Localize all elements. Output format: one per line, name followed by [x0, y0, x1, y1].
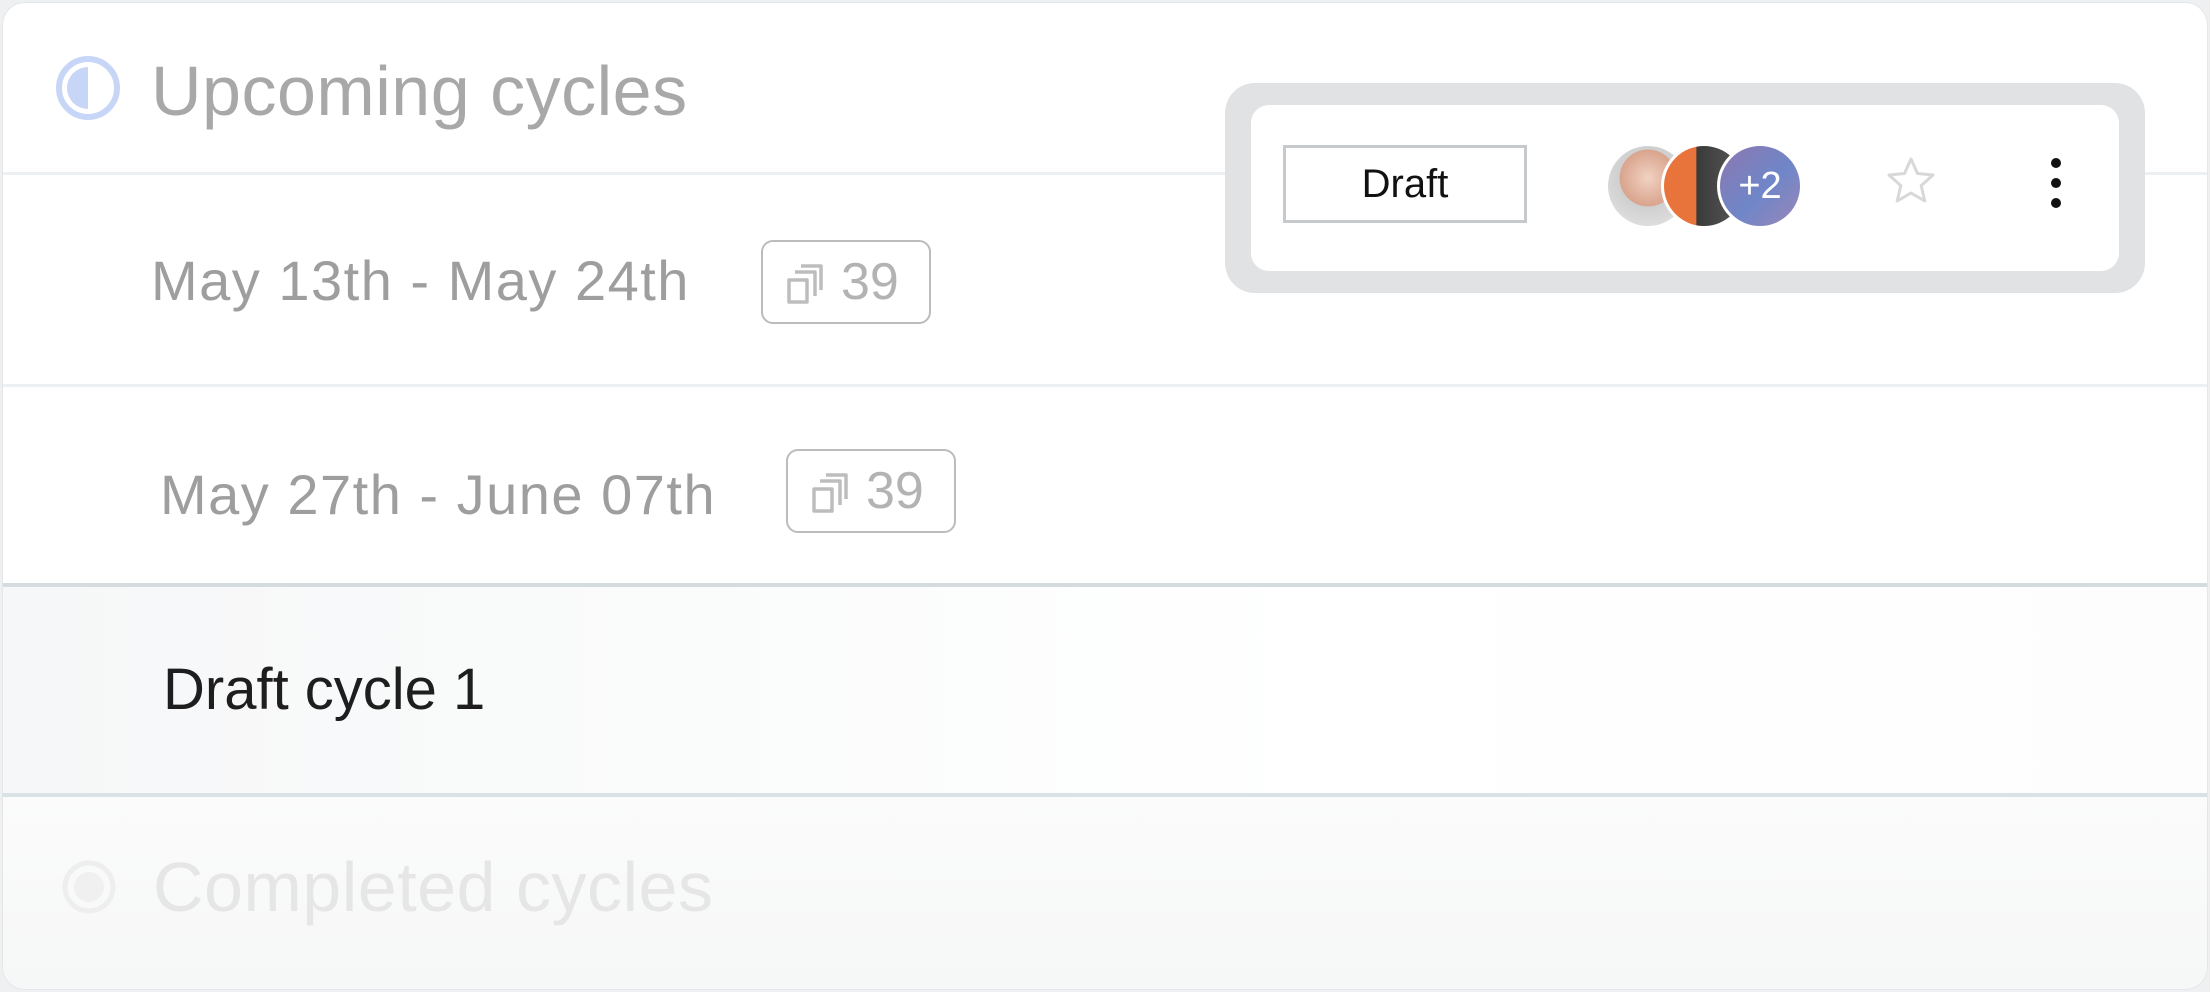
more-vertical-icon[interactable] — [2041, 153, 2071, 213]
issue-count-badge: 39 — [761, 240, 931, 324]
section-title-upcoming: Upcoming cycles — [151, 52, 688, 130]
row-actions-toolbar: Draft +2 — [1251, 105, 2119, 271]
issue-count: 39 — [866, 462, 924, 520]
cycles-card: Upcoming cycles May 13th - May 24th 39 M… — [3, 3, 2207, 989]
draft-cycle-row[interactable]: Draft cycle 1 — [3, 587, 2207, 797]
completed-cycles-header[interactable]: Completed cycles — [3, 797, 2207, 989]
issue-count-badge: 39 — [786, 449, 956, 533]
completed-cycle-icon — [62, 860, 116, 914]
draft-cycle-title: Draft cycle 1 — [163, 657, 486, 722]
cycle-row[interactable]: May 27th - June 07th 39 — [3, 387, 2207, 587]
cycle-date-range: May 13th - May 24th — [151, 249, 690, 312]
star-icon[interactable] — [1883, 153, 1939, 209]
upcoming-cycle-icon — [56, 56, 120, 120]
row-actions-popover: Draft +2 — [1225, 83, 2145, 293]
member-avatar-group[interactable]: +2 — [1605, 143, 1815, 229]
cycle-date-range: May 27th - June 07th — [160, 463, 717, 526]
status-chip-draft[interactable]: Draft — [1283, 145, 1527, 223]
issues-stack-icon — [812, 473, 848, 513]
section-title-completed: Completed cycles — [153, 848, 714, 926]
issues-stack-icon — [787, 264, 823, 304]
issue-count: 39 — [841, 253, 899, 311]
avatar-overflow-count: +2 — [1717, 143, 1803, 229]
